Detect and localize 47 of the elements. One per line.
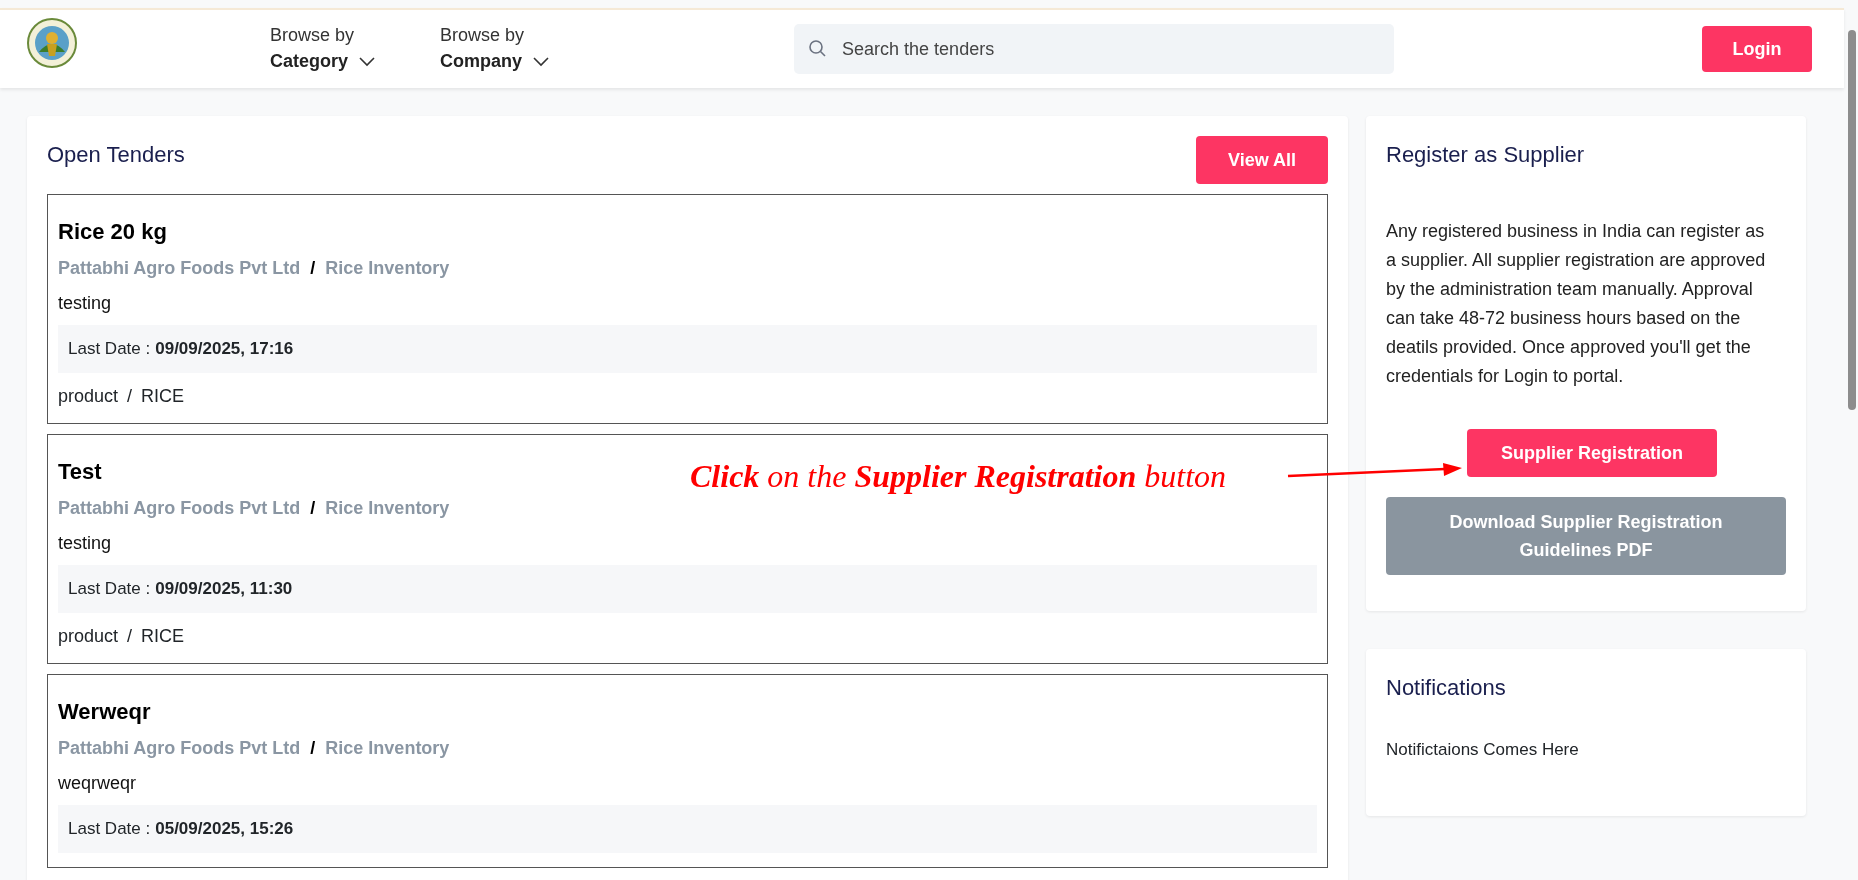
last-date-value: 05/09/2025, 15:26 bbox=[155, 819, 294, 838]
tender-category: RICE bbox=[141, 626, 185, 646]
view-all-button[interactable]: View All bbox=[1196, 136, 1328, 184]
panel-title: Register as Supplier bbox=[1386, 141, 1586, 169]
last-date-value: 09/09/2025, 11:30 bbox=[155, 579, 293, 598]
last-date-value: 09/09/2025, 17:16 bbox=[155, 339, 294, 358]
panel-title: Notifications bbox=[1386, 674, 1507, 702]
scrollbar[interactable] bbox=[1848, 30, 1856, 410]
dropdown-caption: Browse by bbox=[270, 24, 356, 47]
panel-title: Open Tenders bbox=[47, 141, 185, 169]
tender-title: Werweqr bbox=[58, 698, 151, 726]
company-link[interactable]: Pattabhi Agro Foods Pvt Ltd bbox=[58, 498, 301, 518]
inventory-link[interactable]: Rice Inventory bbox=[325, 258, 450, 278]
separator: / bbox=[310, 498, 316, 518]
last-date-label: Last Date : bbox=[68, 819, 151, 838]
tender-description: testing bbox=[58, 292, 113, 315]
register-description: Any registered business in India can register as a supplier. All supplier registration are approved by the administration team manually. Approval can take 48-72 business hours based on the deatils provided. Once approved you'll get the credentials for Login to portal. bbox=[1386, 220, 1767, 388]
tender-title: Test bbox=[58, 458, 102, 486]
last-date-label: Last Date : bbox=[68, 339, 151, 358]
tender-type: product bbox=[58, 386, 119, 406]
browse-dropdown[interactable]: Browse by Category bbox=[270, 23, 377, 75]
tender-title: Rice 20 kg bbox=[58, 218, 167, 246]
dropdown-label: Company bbox=[440, 50, 523, 73]
separator: / bbox=[127, 386, 133, 406]
dropdown-label: Category bbox=[270, 50, 349, 73]
company-link[interactable]: Pattabhi Agro Foods Pvt Ltd bbox=[58, 258, 301, 278]
inventory-link[interactable]: Rice Inventory bbox=[325, 738, 450, 758]
login-button[interactable]: Login bbox=[1702, 26, 1812, 72]
separator: / bbox=[310, 738, 316, 758]
separator: / bbox=[127, 626, 133, 646]
supplier-registration-button[interactable]: Supplier Registration bbox=[1467, 429, 1717, 477]
annotation-text: Click on the Supplier Registration button bbox=[690, 458, 1227, 494]
last-date-label: Last Date : bbox=[68, 579, 151, 598]
browse-dropdown[interactable]: Browse by Company bbox=[440, 23, 551, 75]
download-guidelines-button[interactable]: Download Supplier Registration Guidelines PDF bbox=[1386, 497, 1786, 575]
tender-description: testing bbox=[58, 532, 113, 555]
dropdown-caption: Browse by bbox=[440, 24, 526, 47]
notification-text: Notifictaions Comes Here bbox=[1386, 740, 1580, 760]
chevron-down-icon bbox=[532, 55, 551, 67]
tender-type: product bbox=[58, 626, 119, 646]
inventory-link[interactable]: Rice Inventory bbox=[325, 498, 450, 518]
tender-category: RICE bbox=[141, 386, 185, 406]
company-link[interactable]: Pattabhi Agro Foods Pvt Ltd bbox=[58, 738, 301, 758]
chevron-down-icon bbox=[358, 55, 377, 67]
tender-description: weqrweqr bbox=[58, 772, 138, 795]
search-field[interactable]: Search the tenders bbox=[794, 24, 1395, 74]
separator: / bbox=[310, 258, 316, 278]
